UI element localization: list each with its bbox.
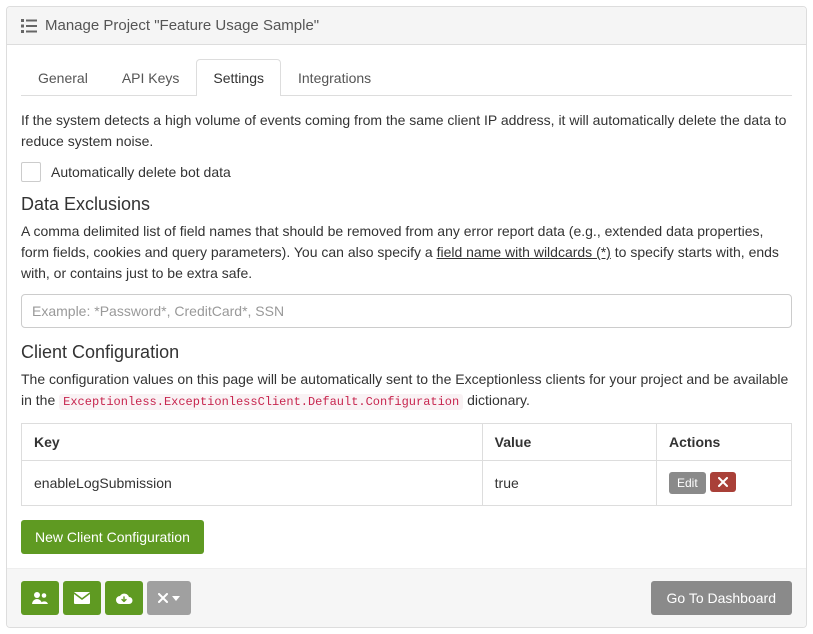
tab-settings[interactable]: Settings xyxy=(196,59,281,96)
tabs: General API Keys Settings Integrations xyxy=(21,59,792,96)
bot-checkbox-label: Automatically delete bot data xyxy=(51,164,231,180)
delete-button[interactable] xyxy=(710,472,736,492)
footer-actions xyxy=(21,581,191,615)
cloud-button[interactable] xyxy=(105,581,143,615)
client-config-desc: The configuration values on this page wi… xyxy=(21,369,792,411)
edit-button[interactable]: Edit xyxy=(669,472,706,494)
tab-general[interactable]: General xyxy=(21,59,105,96)
close-icon xyxy=(718,477,728,487)
data-exclusions-heading: Data Exclusions xyxy=(21,194,792,215)
cloud-download-icon xyxy=(115,592,133,605)
data-exclusions-desc: A comma delimited list of field names th… xyxy=(21,221,792,284)
users-button[interactable] xyxy=(21,581,59,615)
panel-footer: Go To Dashboard xyxy=(7,568,806,627)
tab-integrations[interactable]: Integrations xyxy=(281,59,388,96)
panel-body: General API Keys Settings Integrations I… xyxy=(7,45,806,568)
wildcards-link[interactable]: field name with wildcards (*) xyxy=(437,244,611,260)
bot-help-text: If the system detects a high volume of e… xyxy=(21,110,792,152)
checkbox-icon[interactable] xyxy=(21,162,41,182)
tab-api-keys[interactable]: API Keys xyxy=(105,59,197,96)
list-icon xyxy=(21,19,37,33)
close-icon xyxy=(158,593,168,603)
go-to-dashboard-button[interactable]: Go To Dashboard xyxy=(651,581,792,615)
users-icon xyxy=(32,591,48,605)
config-code: Exceptionless.ExceptionlessClient.Defaul… xyxy=(59,394,463,410)
envelope-icon xyxy=(74,592,90,604)
bot-checkbox-row[interactable]: Automatically delete bot data xyxy=(21,162,792,182)
data-exclusions-input[interactable] xyxy=(21,294,792,328)
project-panel: Manage Project "Feature Usage Sample" Ge… xyxy=(6,6,807,628)
col-value: Value xyxy=(482,424,656,461)
cell-actions: Edit xyxy=(657,461,792,506)
col-key: Key xyxy=(22,424,483,461)
more-actions-button[interactable] xyxy=(147,581,191,615)
client-config-heading: Client Configuration xyxy=(21,342,792,363)
chevron-down-icon xyxy=(172,596,180,601)
panel-header: Manage Project "Feature Usage Sample" xyxy=(7,7,806,45)
email-button[interactable] xyxy=(63,581,101,615)
page-title: Manage Project "Feature Usage Sample" xyxy=(45,17,319,34)
cell-value: true xyxy=(482,461,656,506)
client-config-table: Key Value Actions enableLogSubmission tr… xyxy=(21,423,792,506)
new-client-config-button[interactable]: New Client Configuration xyxy=(21,520,204,554)
cell-key: enableLogSubmission xyxy=(22,461,483,506)
table-row: enableLogSubmission true Edit xyxy=(22,461,792,506)
col-actions: Actions xyxy=(657,424,792,461)
